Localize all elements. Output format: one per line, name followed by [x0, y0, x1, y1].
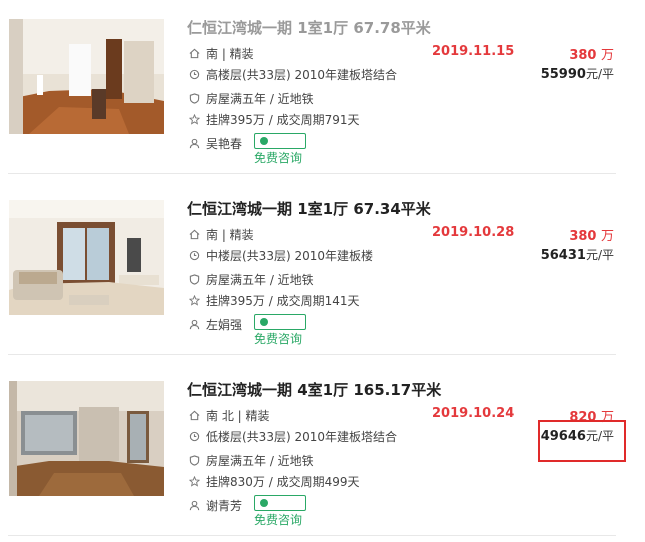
floor-text: 低楼层(共33层) 2010年建板塔结合 — [206, 430, 397, 444]
unit-price-suffix: 元/平 — [585, 67, 614, 81]
star-icon — [187, 294, 201, 308]
listing-photo[interactable] — [9, 381, 164, 496]
floor-row: 低楼层(共33层) 2010年建板塔结合 — [187, 428, 397, 445]
shield-icon — [187, 92, 201, 106]
chat-button[interactable] — [254, 314, 306, 330]
orientation-text: 南 北 | 精装 — [206, 409, 270, 423]
listing-info-text: 挂牌395万 / 成交周期791天 — [206, 113, 360, 127]
home-icon — [187, 228, 201, 242]
highlight-box — [538, 420, 626, 462]
clock-icon — [187, 68, 201, 82]
person-icon — [187, 318, 201, 332]
deal-date: 2019.10.28 — [432, 225, 515, 240]
agent-row: 吴艳春 — [187, 135, 242, 152]
agent-name[interactable]: 吴艳春 — [206, 135, 242, 152]
listing-info-row: 挂牌395万 / 成交周期791天 — [187, 111, 359, 128]
home-icon — [187, 47, 201, 61]
orientation-text: 南 | 精装 — [206, 228, 254, 242]
home-icon — [187, 409, 201, 423]
deal-date: 2019.11.15 — [432, 44, 515, 59]
listing-card[interactable]: 仁恒江湾城一期 1室1厅 67.34平米 南 | 精装 中楼层(共33层) 20… — [0, 181, 645, 361]
orientation-row: 南 | 精装 — [187, 45, 254, 62]
chat-button[interactable] — [254, 133, 306, 149]
listing-card[interactable]: 仁恒江湾城一期 1室1厅 67.78平米 南 | 精装 高楼层(共33层) 20… — [0, 0, 645, 180]
agent-row: 谢青芳 — [187, 497, 242, 514]
price-unit: 万 — [600, 48, 614, 63]
listing-info-row: 挂牌395万 / 成交周期141天 — [187, 292, 359, 309]
unit-price: 56431元/平 — [541, 246, 614, 263]
free-consult-link[interactable]: 免费咨询 — [254, 330, 302, 347]
price-value: 380 — [569, 229, 597, 244]
unit-price-suffix: 元/平 — [585, 248, 614, 262]
shield-icon — [187, 454, 201, 468]
tag-text: 房屋满五年 / 近地铁 — [206, 454, 314, 468]
listing-divider — [8, 535, 616, 536]
chat-icon — [260, 318, 268, 326]
star-icon — [187, 113, 201, 127]
floor-text: 中楼层(共33层) 2010年建板楼 — [206, 249, 373, 263]
tag-text: 房屋满五年 / 近地铁 — [206, 273, 314, 287]
clock-icon — [187, 430, 201, 444]
agent-name[interactable]: 谢青芳 — [206, 497, 242, 514]
tag-row: 房屋满五年 / 近地铁 — [187, 90, 314, 107]
unit-price-value: 55990 — [540, 67, 586, 82]
agent-name[interactable]: 左娟强 — [206, 316, 242, 333]
listing-info-row: 挂牌830万 / 成交周期499天 — [187, 473, 359, 490]
chat-icon — [260, 137, 268, 145]
free-consult-link[interactable]: 免费咨询 — [254, 149, 302, 166]
agent-row: 左娟强 — [187, 316, 242, 333]
price-value: 380 — [569, 48, 597, 63]
tag-row: 房屋满五年 / 近地铁 — [187, 271, 314, 288]
orientation-row: 南 北 | 精装 — [187, 407, 270, 424]
tag-text: 房屋满五年 / 近地铁 — [206, 92, 314, 106]
floor-row: 中楼层(共33层) 2010年建板楼 — [187, 247, 373, 264]
free-consult-link[interactable]: 免费咨询 — [254, 511, 302, 528]
floor-row: 高楼层(共33层) 2010年建板塔结合 — [187, 66, 397, 83]
deal-price: 380 万 — [569, 225, 614, 244]
listing-title[interactable]: 仁恒江湾城一期 1室1厅 67.78平米 — [187, 17, 431, 38]
listing-title[interactable]: 仁恒江湾城一期 4室1厅 165.17平米 — [187, 379, 441, 400]
chat-icon — [260, 499, 268, 507]
person-icon — [187, 137, 201, 151]
listing-divider — [8, 354, 616, 355]
tag-row: 房屋满五年 / 近地铁 — [187, 452, 314, 469]
unit-price-value: 56431 — [540, 248, 586, 263]
deal-date: 2019.10.24 — [432, 406, 515, 421]
price-unit: 万 — [600, 229, 614, 244]
listing-divider — [8, 173, 616, 174]
orientation-row: 南 | 精装 — [187, 226, 254, 243]
shield-icon — [187, 273, 201, 287]
floor-text: 高楼层(共33层) 2010年建板塔结合 — [206, 68, 397, 82]
listing-info-text: 挂牌395万 / 成交周期141天 — [206, 294, 360, 308]
chat-button[interactable] — [254, 495, 306, 511]
orientation-text: 南 | 精装 — [206, 47, 254, 61]
person-icon — [187, 499, 201, 513]
deal-price: 380 万 — [569, 44, 614, 63]
listing-photo[interactable] — [9, 200, 164, 315]
listing-info-text: 挂牌830万 / 成交周期499天 — [206, 475, 360, 489]
clock-icon — [187, 249, 201, 263]
unit-price: 55990元/平 — [541, 65, 614, 82]
star-icon — [187, 475, 201, 489]
listing-title[interactable]: 仁恒江湾城一期 1室1厅 67.34平米 — [187, 198, 431, 219]
listing-photo[interactable] — [9, 19, 164, 134]
